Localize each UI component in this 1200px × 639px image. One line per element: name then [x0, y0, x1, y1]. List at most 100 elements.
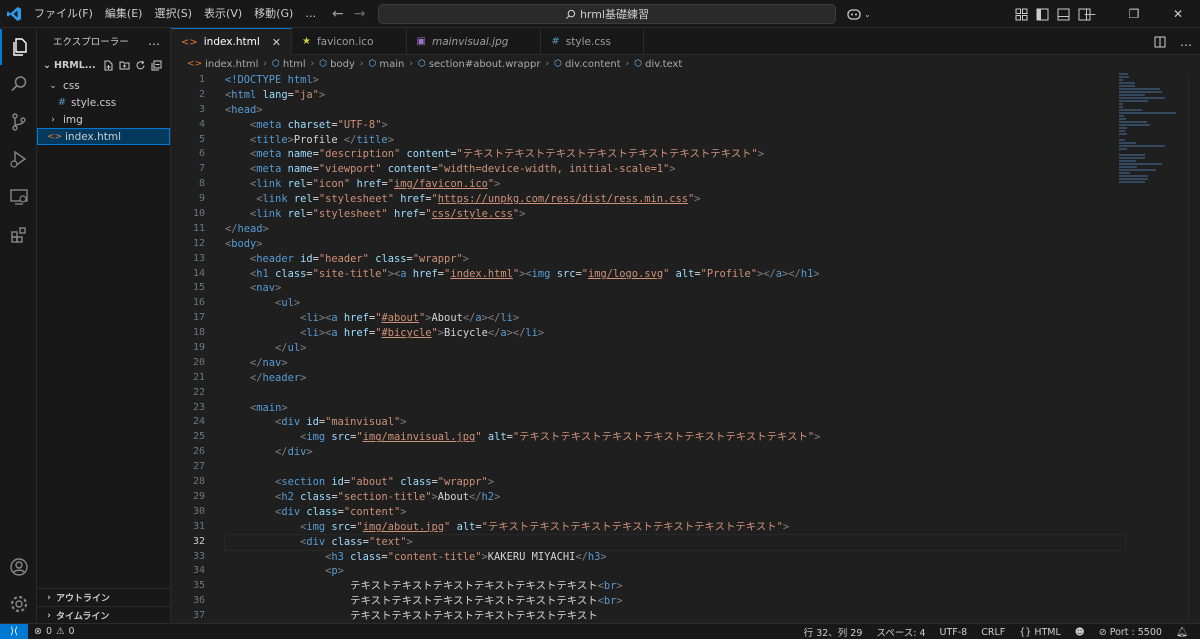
code-line[interactable]: テキストテキストテキストテキストテキストテキスト<br> — [225, 579, 1125, 594]
extensions-icon[interactable] — [0, 217, 37, 253]
code-line[interactable]: <meta name="description" content="テキストテキ… — [225, 147, 1125, 162]
menu-item[interactable]: ファイル(F) — [28, 0, 99, 28]
code-line[interactable]: <img src="img/mainvisual.jpg" alt="テキストテ… — [225, 430, 1125, 445]
breadcrumb-item[interactable]: html — [283, 59, 306, 70]
timeline-section[interactable]: › タイムライン — [37, 606, 171, 624]
search-sidebar-icon[interactable] — [0, 66, 37, 102]
menu-item[interactable]: 選択(S) — [148, 0, 198, 28]
tree-folder-img[interactable]: › img — [37, 111, 170, 128]
code-line[interactable]: <li><a href="#bicycle">Bicycle</a></li> — [225, 326, 1125, 341]
run-debug-icon[interactable] — [0, 141, 37, 177]
outline-section[interactable]: › アウトライン — [37, 588, 171, 606]
code-line[interactable]: <div class="text"> — [224, 533, 1126, 551]
code-line[interactable]: </ul> — [225, 341, 1125, 356]
tab-favicon-ico[interactable]: ★ favicon.ico — [292, 28, 407, 55]
tab-index-html[interactable]: <> index.html ✕ — [171, 28, 292, 55]
close-window-icon[interactable]: ✕ — [1156, 0, 1200, 28]
tab-mainvisual-jpg[interactable]: ▣ mainvisual.jpg — [407, 28, 542, 55]
close-icon[interactable]: ✕ — [272, 36, 281, 49]
account-icon[interactable] — [0, 549, 37, 585]
cursor-position[interactable]: 行 32、列 29 — [804, 625, 863, 639]
code-line[interactable]: <meta charset="UTF-8"> — [225, 118, 1125, 133]
code-line[interactable]: </header> — [225, 371, 1125, 386]
new-folder-icon[interactable] — [119, 60, 130, 71]
code-line[interactable]: <head> — [225, 103, 1125, 118]
refresh-icon[interactable] — [135, 60, 146, 71]
code-line[interactable]: <ul> — [225, 296, 1125, 311]
code-line[interactable]: <section id="about" class="wrappr"> — [225, 475, 1125, 490]
code-line[interactable]: テキストテキストテキストテキストテキストテキスト<br> — [225, 594, 1125, 609]
code-line[interactable]: <div id="mainvisual"> — [225, 415, 1125, 430]
menu-item[interactable]: 表示(V) — [198, 0, 248, 28]
more-actions-icon[interactable]: … — [148, 34, 160, 48]
code-editor[interactable]: 1 2 3 4 5 6 7 8 9 10 11 12 13 14 15 16 17 18 19 20 21 22 23 24 2… — [171, 73, 1200, 623]
vertical-scrollbar[interactable] — [1188, 73, 1200, 623]
code-line[interactable]: <meta name="viewport" content="width=dev… — [225, 162, 1125, 177]
breadcrumb-item[interactable]: section#about.wrappr — [429, 59, 541, 70]
back-arrow-icon[interactable]: ← — [332, 6, 344, 22]
copilot-button[interactable]: ⌄ — [846, 4, 871, 24]
tree-folder-css[interactable]: ⌄ css — [37, 77, 170, 94]
code-line[interactable]: <header id="header" class="wrappr"> — [225, 252, 1125, 267]
tab-style-css[interactable]: # style.css — [541, 28, 645, 55]
copilot-status-icon[interactable]: ☻ — [1075, 627, 1085, 638]
breadcrumb-item[interactable]: body — [330, 59, 355, 70]
menu-item[interactable]: … — [299, 0, 322, 28]
code-line[interactable]: <h2 class="section-title">About</h2> — [225, 490, 1125, 505]
code-line[interactable]: <li><a href="#about">About</a></li> — [225, 311, 1125, 326]
collapse-all-icon[interactable] — [151, 60, 162, 71]
code-line[interactable]: <!DOCTYPE html> — [225, 73, 1125, 88]
problems-indicator[interactable]: ⊗ 0 ⚠ 0 — [34, 626, 75, 637]
code-line[interactable]: <link rel="icon" href="img/favicon.ico"> — [225, 177, 1125, 192]
code-line[interactable]: <main> — [225, 401, 1125, 416]
explorer-icon[interactable] — [0, 29, 37, 65]
code-line[interactable]: テキストテキストテキストテキストテキストテキスト — [225, 609, 1125, 623]
forward-arrow-icon[interactable]: → — [354, 6, 366, 22]
menu-item[interactable]: 移動(G) — [248, 0, 299, 28]
code-line[interactable] — [225, 386, 1125, 401]
menu-item[interactable]: 編集(E) — [99, 0, 149, 28]
code-line[interactable]: <nav> — [225, 281, 1125, 296]
live-server-port[interactable]: ⊘ Port : 5500 — [1099, 627, 1162, 638]
code-line[interactable]: <title>Profile </title> — [225, 133, 1125, 148]
breadcrumb-item[interactable]: div.content — [565, 59, 621, 70]
remote-explorer-icon[interactable] — [0, 179, 37, 215]
workspace-folder[interactable]: ⌄ HRML... — [37, 54, 170, 76]
code-content[interactable]: <!DOCTYPE html> <html lang="ja"> <head> <m… — [224, 73, 1126, 623]
code-line[interactable]: <img src="img/about.jpg" alt="テキストテキストテキ… — [225, 520, 1125, 535]
breadcrumb-item[interactable]: main — [379, 59, 404, 70]
split-editor-icon[interactable] — [1154, 36, 1166, 48]
code-line[interactable]: <h1 class="site-title"><a href="index.ht… — [225, 267, 1125, 282]
code-line[interactable]: <html lang="ja"> — [225, 88, 1125, 103]
remote-indicator-icon[interactable]: ⟩⟨ — [0, 623, 28, 639]
settings-gear-icon[interactable] — [0, 586, 37, 622]
code-line[interactable]: <div class="content"> — [225, 505, 1125, 520]
indentation[interactable]: スペース: 4 — [876, 625, 925, 639]
new-file-icon[interactable] — [103, 60, 114, 71]
customize-layout-icon[interactable] — [1015, 8, 1028, 21]
end-of-line[interactable]: CRLF — [981, 627, 1005, 638]
code-line[interactable]: </div> — [225, 445, 1125, 460]
tree-file-style-css[interactable]: # style.css — [37, 94, 170, 111]
breadcrumb-item[interactable]: div.text — [645, 59, 682, 70]
code-line[interactable]: <p> — [225, 564, 1125, 579]
minimap[interactable] — [1119, 73, 1189, 183]
minimize-icon[interactable]: — — [1068, 0, 1112, 28]
code-line[interactable]: <body> — [225, 237, 1125, 252]
code-line[interactable]: <link rel="stylesheet" href="css/style.c… — [225, 207, 1125, 222]
code-line[interactable] — [225, 460, 1125, 475]
language-mode[interactable]: {} HTML — [1019, 627, 1061, 638]
encoding[interactable]: UTF-8 — [940, 627, 968, 638]
code-line[interactable]: <h3 class="content-title">KAKERU MIYACHI… — [225, 550, 1125, 565]
restore-icon[interactable]: ❐ — [1112, 0, 1156, 28]
code-line[interactable]: </nav> — [225, 356, 1125, 371]
code-line[interactable]: <link rel="stylesheet" href="https://unp… — [225, 192, 1125, 207]
tree-file-index-html[interactable]: <> index.html — [37, 128, 170, 145]
more-actions-icon[interactable]: … — [1180, 35, 1192, 49]
source-control-icon[interactable] — [0, 104, 37, 140]
toggle-primary-sidebar-icon[interactable] — [1036, 8, 1049, 21]
breadcrumb-item[interactable]: index.html — [205, 59, 258, 70]
notifications-bell-icon[interactable]: 🔔︎ — [1176, 627, 1188, 638]
code-line[interactable]: </head> — [225, 222, 1125, 237]
command-center-search[interactable]: hrml基礎練習 — [378, 4, 836, 24]
